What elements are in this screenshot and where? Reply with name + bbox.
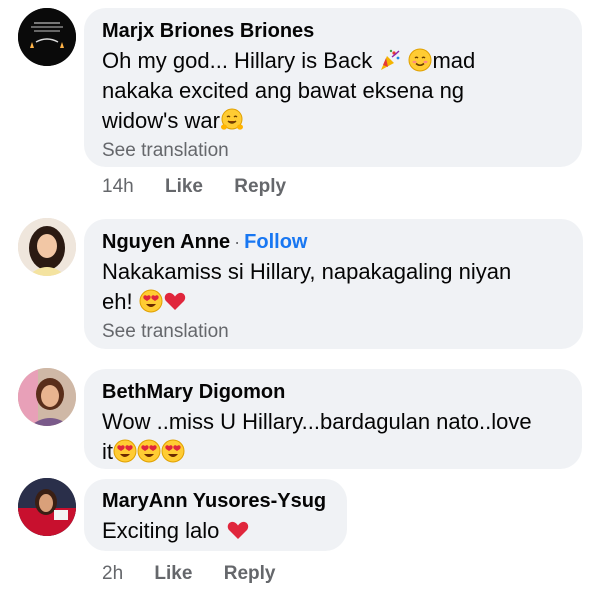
- comment-bubble: MaryAnn Yusores-Ysug Exciting lalo: [84, 479, 347, 551]
- reply-button[interactable]: Reply: [234, 176, 286, 197]
- party-popper-emoji: [381, 49, 400, 70]
- comment-bubble: Nguyen Anne · Follow Nakakamiss si Hillary…: [84, 219, 583, 349]
- comment-text-line: widow's war: [102, 106, 564, 136]
- reply-button[interactable]: Reply: [224, 563, 276, 584]
- hugging-face-emoji: [220, 108, 243, 130]
- comment-bubble: BethMary Digomon Wow ..miss U Hillary...…: [84, 369, 582, 469]
- comment-text-line: Wow ..miss U Hillary...bardagulan nato..…: [102, 409, 532, 434]
- commenter-name-row: Nguyen Anne · Follow: [102, 229, 565, 255]
- comment-time[interactable]: 2h: [102, 563, 123, 584]
- like-button[interactable]: Like: [154, 563, 192, 584]
- separator-dot: ·: [234, 232, 241, 252]
- comment-text-line: nakaka excited ang bawat eksena ng: [102, 78, 465, 103]
- commenter-name[interactable]: BethMary Digomon: [102, 379, 564, 405]
- heart-eyes-emoji: [113, 439, 137, 463]
- comment-text: Oh my god... Hillary is Back mad: [102, 48, 476, 73]
- comment-actions: 2h Like Reply: [102, 563, 301, 585]
- red-heart-emoji: [227, 521, 248, 539]
- heart-eyes-emoji: [161, 439, 185, 463]
- avatar[interactable]: [18, 8, 76, 66]
- heart-eyes-emoji: [137, 439, 161, 463]
- comment-text-line: Nakakamiss si Hillary, napakagaling niya…: [102, 259, 512, 284]
- comment-time[interactable]: 14h: [102, 176, 134, 197]
- commenter-name[interactable]: MaryAnn Yusores-Ysug: [102, 488, 329, 514]
- red-heart-emoji: [164, 292, 185, 310]
- commenter-name[interactable]: Marjx Briones Briones: [102, 18, 564, 44]
- see-translation-link[interactable]: See translation: [102, 138, 564, 164]
- comment-text-line: Exciting lalo: [102, 516, 329, 546]
- comment-actions: 14h Like Reply: [102, 176, 312, 198]
- avatar[interactable]: [18, 368, 76, 426]
- commenter-name[interactable]: Nguyen Anne: [102, 231, 230, 253]
- comment-text-line: eh!: [102, 287, 565, 317]
- heart-eyes-emoji: [139, 289, 163, 313]
- comment-bubble: Marjx Briones Briones Oh my god... Hilla…: [84, 8, 582, 167]
- follow-button[interactable]: Follow: [244, 231, 307, 253]
- smiling-face-emoji: [408, 48, 432, 72]
- avatar[interactable]: [18, 218, 76, 276]
- like-button[interactable]: Like: [165, 176, 203, 197]
- see-translation-link[interactable]: See translation: [102, 319, 565, 345]
- comment-text-line: it: [102, 437, 564, 467]
- avatar[interactable]: [18, 478, 76, 536]
